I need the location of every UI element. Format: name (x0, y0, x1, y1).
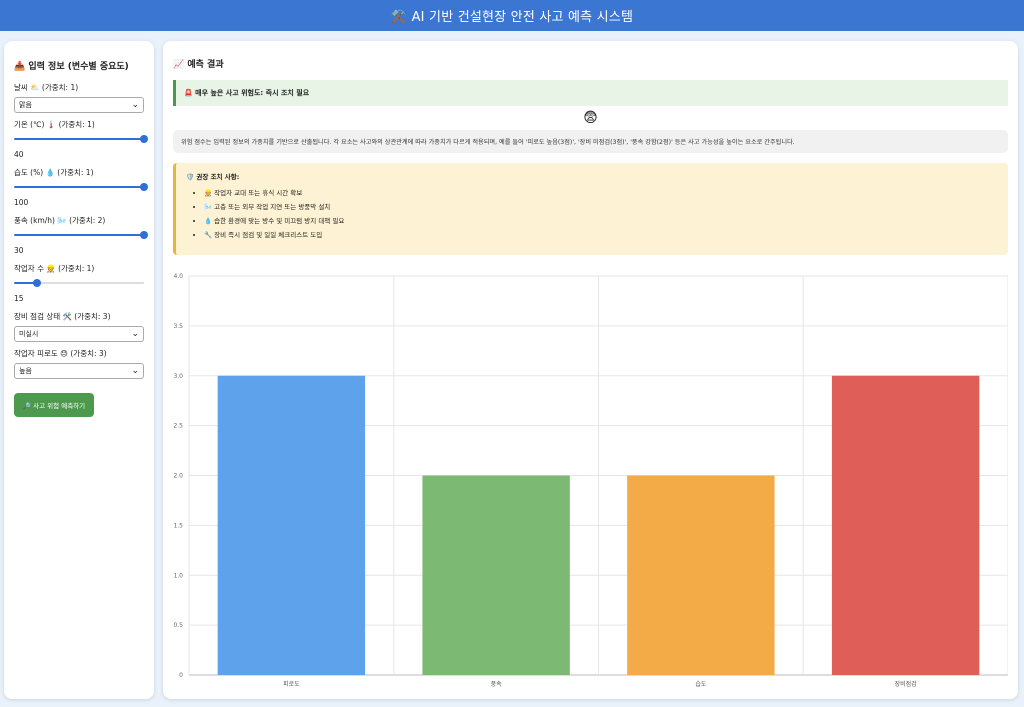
recommendations-title: 🛡️ 권장 조치 사항: (186, 173, 240, 181)
score-explanation: 위험 점수는 입력된 정보의 가중치를 기반으로 산출됩니다. 각 요소는 사고… (173, 130, 1008, 153)
fatigue-select[interactable]: 높음 ⌄ (14, 363, 144, 379)
wind-value: 30 (14, 246, 24, 255)
result-panel: 📈 예측 결과 🚨 매우 높은 사고 위험도: 즉시 조치 필요 😨 위험 점수… (163, 41, 1018, 699)
weather-select[interactable]: 맑음 ⌄ (14, 97, 144, 113)
app-header: ⚒️ AI 기반 건설현장 안전 사고 예측 시스템 (0, 0, 1024, 31)
recommendations-box: 🛡️ 권장 조치 사항: 👷 작업자 교대 또는 휴식 시간 확보 🌬️ 고층 … (173, 163, 1008, 255)
risk-alert-text: 🚨 매우 높은 사고 위험도: 즉시 조치 필요 (184, 89, 310, 97)
y-tick-label: 0.5 (173, 622, 183, 629)
chevron-down-icon: ⌄ (131, 365, 139, 376)
weather-label: 날씨 ⛅ (가중치: 1) (14, 83, 79, 92)
slider-thumb[interactable] (140, 231, 148, 239)
humidity-value: 100 (14, 198, 29, 207)
x-tick-label: 풍속 (491, 680, 503, 688)
recommendation-item: 🌬️ 고층 또는 외부 작업 지연 또는 방풍막 설치 (204, 201, 998, 211)
humidity-slider[interactable] (14, 182, 148, 192)
recommendation-item: 🔧 장비 즉시 점검 및 일일 체크리스트 도입 (204, 229, 998, 239)
result-title: 📈 예측 결과 (173, 60, 224, 70)
bar-chart-svg: 0 0.5 1.0 1.5 2.0 2.5 3.0 3.5 4.0 피로도 풍속 습도 장비점검 (173, 273, 1008, 688)
equipment-label: 장비 점검 상태 🛠️ (가중치: 3) (14, 312, 111, 321)
risk-factor-chart: 0 0.5 1.0 1.5 2.0 2.5 3.0 3.5 4.0 피로도 풍속 습도 장비점검 (173, 269, 1008, 694)
temperature-label: 기온 (℃) 🌡️ (가중치: 1) (14, 120, 95, 129)
y-tick-label: 1.5 (173, 522, 183, 529)
bar (217, 375, 366, 675)
risk-alert: 🚨 매우 높은 사고 위험도: 즉시 조치 필요 (173, 80, 1008, 106)
recommendation-item: 💧 습한 환경에 맞는 방수 및 미끄럼 방지 대책 필요 (204, 215, 998, 225)
temperature-slider[interactable] (14, 134, 148, 144)
weather-value: 맑음 (19, 101, 32, 109)
bar (627, 475, 775, 675)
recommendations-list: 👷 작업자 교대 또는 휴식 시간 확보 🌬️ 고층 또는 외부 작업 지연 또… (186, 187, 998, 239)
slider-fill (14, 138, 144, 140)
temperature-value: 40 (14, 150, 24, 159)
x-tick-label: 습도 (695, 680, 707, 688)
slider-fill (14, 186, 144, 188)
workers-slider[interactable] (14, 278, 144, 288)
x-tick-label: 장비점검 (895, 680, 917, 688)
y-tick-label: 3.5 (173, 323, 183, 330)
y-tick-label: 3.0 (173, 373, 183, 380)
input-sidebar: 📥 입력 정보 (변수별 중요도) 날씨 ⛅ (가중치: 1) 맑음 ⌄ 기온 … (4, 41, 154, 699)
fatigue-label: 작업자 피로도 😓 (가중치: 3) (14, 349, 107, 358)
x-tick-label: 피로도 (283, 680, 300, 688)
recommendation-item: 👷 작업자 교대 또는 휴식 시간 확보 (204, 187, 998, 197)
chevron-down-icon: ⌄ (131, 328, 139, 339)
y-tick-label: 0 (179, 672, 183, 679)
y-tick-label: 1.0 (173, 572, 183, 579)
slider-fill (14, 234, 144, 236)
equipment-select[interactable]: 미실시 ⌄ (14, 326, 144, 342)
app-title: ⚒️ AI 기반 건설현장 안전 사고 예측 시스템 (390, 10, 634, 25)
slider-thumb[interactable] (140, 135, 148, 143)
status-emoji: 😨 (583, 110, 598, 126)
workers-value: 15 (14, 294, 24, 303)
predict-button[interactable]: 🔎 사고 위험 예측하기 (14, 393, 95, 417)
wind-slider[interactable] (14, 230, 148, 240)
fatigue-value: 높음 (19, 367, 32, 375)
bar (422, 475, 570, 675)
humidity-label: 습도 (%) 💧 (가중치: 1) (14, 168, 94, 177)
y-tick-label: 2.5 (173, 423, 183, 430)
wind-label: 풍속 (km/h) 🌬️ (가중치: 2) (14, 216, 106, 225)
equipment-value: 미실시 (19, 330, 39, 338)
workers-label: 작업자 수 👷 (가중치: 1) (14, 264, 95, 273)
sidebar-title: 📥 입력 정보 (변수별 중요도) (14, 62, 129, 72)
slider-thumb[interactable] (33, 279, 42, 287)
y-tick-label: 2.0 (173, 473, 183, 480)
bar (831, 375, 980, 675)
chevron-down-icon: ⌄ (131, 99, 139, 110)
y-tick-label: 4.0 (173, 273, 183, 280)
slider-thumb[interactable] (140, 183, 148, 191)
